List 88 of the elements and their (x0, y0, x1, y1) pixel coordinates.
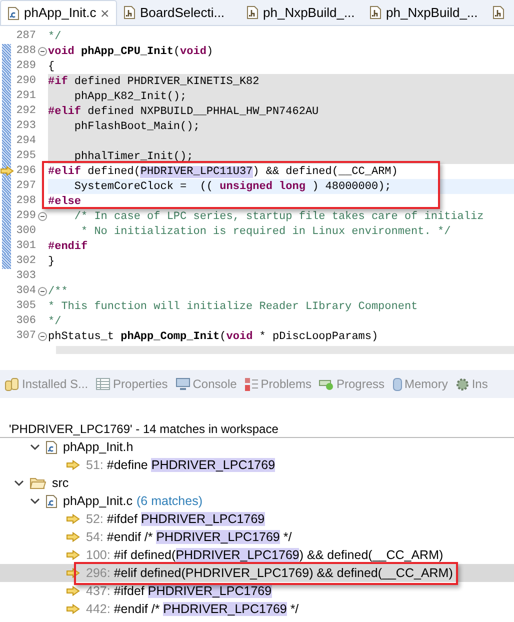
code-line: phStatus_t phApp_Comp_Init(void * pDiscLoopParams) (48, 330, 380, 344)
line-number: 305 (15, 299, 36, 314)
c-file-icon (46, 440, 57, 454)
tree-label[interactable]: phApp_Init.c (63, 492, 132, 510)
code-line: #endif (48, 240, 89, 254)
line-number: 304 (15, 284, 36, 300)
code-line: #else (48, 195, 82, 209)
arrow-icon (66, 514, 80, 524)
code-line: void phApp_CPU_Init(void) (48, 45, 214, 59)
arrow-icon (66, 532, 80, 542)
editor-tab[interactable]: phApp_Init.c (0, 0, 117, 25)
result-text: 52: #ifdef PHDRIVER_LPC1769 (86, 510, 265, 528)
collapse-icon[interactable] (38, 332, 46, 341)
code-line: #elif defined(PHDRIVER_LPC11U37) && defined(__CC_ARM) (48, 164, 399, 179)
line-number: 303 (15, 269, 36, 284)
code-line: * This function will initialize Reader LIbrary Component (48, 300, 419, 314)
arrow-icon (66, 550, 80, 560)
code-line: */ (48, 30, 62, 44)
search-summary: 'PHDRIVER_LPC1769' - 14 matches in workspace (0, 420, 514, 438)
h-file-icon (493, 6, 504, 19)
code-line: } (48, 255, 56, 269)
code-line: /* In case of LPC series, startup file takes care of initializ (73, 210, 485, 224)
cylinders-icon (5, 378, 19, 390)
code-line: */ (48, 315, 62, 329)
arrow-icon (66, 568, 80, 578)
line-number: 294 (15, 134, 36, 150)
line-number: 291 (15, 89, 36, 104)
collapse-icon[interactable] (38, 47, 46, 56)
table-icon (96, 378, 110, 390)
editor-tab[interactable]: ph_NxpBuild_... (240, 0, 363, 25)
search-result[interactable]: 442: #endif /* PHDRIVER_LPC1769 */ (0, 600, 514, 618)
arrow-icon (66, 604, 80, 614)
c-file-icon (46, 494, 57, 508)
result-text: 51: #define PHDRIVER_LPC1769 (86, 456, 276, 474)
search-result[interactable]: 296: #elif defined(PHDRIVER_LPC1769) && defined(__CC_ARM) (0, 564, 514, 582)
editor-tab[interactable]: BoardSelecti... (117, 0, 240, 25)
search-result[interactable]: 100: #if defined(PHDRIVER_LPC1769) && defined(__CC_ARM) (0, 546, 514, 564)
arrow-icon (66, 460, 80, 470)
editor-tab[interactable]: ph_NxpBuild_... (363, 0, 486, 25)
line-number: 300 (15, 224, 36, 240)
collapse-icon[interactable] (38, 212, 46, 221)
line-number: 301 (15, 239, 36, 254)
arrow-icon (66, 586, 80, 596)
match-count: (6 matches) (136, 492, 202, 510)
line-number: 306 (15, 314, 36, 330)
close-icon[interactable] (101, 8, 109, 18)
code-line: /** (48, 285, 69, 299)
search-result[interactable]: 54: #endif /* PHDRIVER_LPC1769 */ (0, 528, 514, 546)
search-result[interactable]: 51: #define PHDRIVER_LPC1769 (0, 456, 514, 474)
result-text: 442: #endif /* PHDRIVER_LPC1769 */ (86, 600, 299, 618)
line-number: 296 (15, 164, 36, 180)
h-file-icon (370, 6, 381, 19)
folder-icon (30, 477, 46, 489)
result-text: 100: #if defined(PHDRIVER_LPC1769) && defined(__CC_ARM) (86, 546, 444, 564)
line-number: 307 (15, 329, 36, 344)
line-number: 299 (15, 209, 36, 224)
line-number: 288 (15, 44, 36, 60)
line-number: 293 (15, 119, 36, 134)
line-number: 297 (15, 179, 36, 194)
chevron-icon[interactable] (14, 479, 24, 487)
code-line: { (48, 60, 56, 74)
line-number: 302 (15, 254, 36, 270)
line-number: 298 (15, 194, 36, 210)
chevron-icon[interactable] (30, 497, 40, 505)
line-number: 295 (15, 149, 36, 164)
line-number: 292 (15, 104, 36, 120)
search-result[interactable]: 437: #ifdef PHDRIVER_LPC1769 (0, 582, 514, 600)
tree-label[interactable]: phApp_Init.h (63, 438, 134, 456)
horizontal-scrollbar[interactable] (56, 346, 514, 354)
chevron-icon[interactable] (30, 443, 40, 451)
result-text: 296: #elif defined(PHDRIVER_LPC1769) && defined(__CC_ARM) (86, 564, 453, 582)
h-file-icon (124, 6, 135, 19)
collapse-icon[interactable] (38, 287, 46, 296)
h-file-icon (247, 6, 258, 19)
line-number: 290 (15, 74, 36, 90)
result-text: 437: #ifdef PHDRIVER_LPC1769 (86, 582, 272, 600)
memory-icon (392, 378, 402, 390)
problems-icon (244, 378, 258, 390)
c-file-icon (8, 6, 19, 20)
line-number: 287 (15, 29, 36, 44)
result-text: 54: #endif /* PHDRIVER_LPC1769 */ (86, 528, 292, 546)
code-line: * No initialization is required in Linux environment. */ (80, 225, 452, 239)
progress-icon (319, 378, 334, 390)
tree-label[interactable]: src (52, 474, 69, 492)
monitor-icon (176, 378, 190, 390)
search-result[interactable]: 52: #ifdef PHDRIVER_LPC1769 (0, 510, 514, 528)
line-number: 289 (15, 59, 36, 74)
gear-icon (456, 378, 469, 390)
